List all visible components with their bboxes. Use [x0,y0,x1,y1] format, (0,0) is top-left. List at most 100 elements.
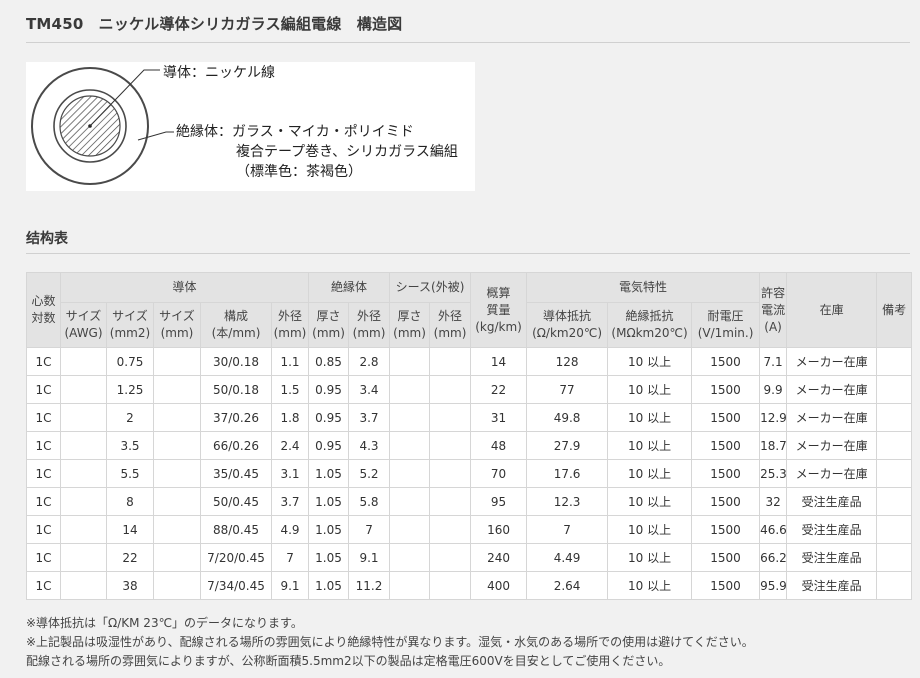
cell-size-mm2: 5.5 [106,459,154,488]
cell-sheath-thickness [389,431,431,460]
cell-conductor-od: 3.1 [270,459,310,488]
cell-remarks [876,487,913,516]
cell-sheath-od [429,403,472,432]
cell-stock: メーカー在庫 [786,431,878,460]
cell-sheath-thickness [389,515,431,544]
cell-conductor-od: 7 [270,543,310,572]
table-row: 1C 22 7/20/0.45 7 1.05 9.1 240 4.49 10 以上 1500 66.… [26,543,913,572]
cell-size-mm [153,431,201,460]
cell-insulation-od: 11.2 [348,571,391,600]
cell-size-awg [60,459,107,488]
section-divider [26,253,910,254]
cell-sheath-od [429,375,472,404]
cell-insulation-od: 5.8 [348,487,391,516]
cell-size-awg [60,543,107,572]
cell-insulation-od: 2.8 [348,347,391,376]
cell-composition: 66/0.26 [200,431,272,460]
header-electrical: 電気特性 [526,272,761,303]
cell-size-mm2: 14 [106,515,154,544]
cell-cores: 1C [26,375,61,404]
cell-remarks [876,515,913,544]
cell-conductor-od: 1.1 [270,347,310,376]
cell-insulation-resistance: 10 以上 [607,459,693,488]
footnote-voltage: 配線される場所の雰囲気によりますが、公称断面積5.5mm2以下の製品は定格電圧6… [26,654,671,668]
cell-weight: 22 [470,375,528,404]
cell-insulation-od: 3.7 [348,403,391,432]
cell-weight: 48 [470,431,528,460]
cell-insulation-thickness: 1.05 [308,459,350,488]
header-sheath: シース(外被) [389,272,472,303]
header-size-mm2: サイズ (mm2) [106,302,154,348]
cell-remarks [876,459,913,488]
cell-remarks [876,431,913,460]
cell-size-mm [153,543,201,572]
cell-cores: 1C [26,347,61,376]
table-row: 1C 1.25 50/0.18 1.5 0.95 3.4 22 77 10 以上 1500 9.9 メ… [26,375,913,404]
cell-insulation-resistance: 10 以上 [607,375,693,404]
cell-sheath-thickness [389,571,431,600]
cell-size-mm2: 3.5 [106,431,154,460]
cell-conductor-od: 1.8 [270,403,310,432]
header-size-awg: サイズ (AWG) [60,302,107,348]
spec-table: 心数 対数 導体 絶縁体 シース(外被) 概算 質量 (kg/km) 電気特性 … [26,272,913,600]
cell-insulation-resistance: 10 以上 [607,431,693,460]
cell-sheath-od [429,487,472,516]
cell-conductor-resistance: 128 [526,347,609,376]
cell-size-mm [153,459,201,488]
cell-remarks [876,543,913,572]
cell-composition: 50/0.45 [200,487,272,516]
cell-current: 7.1 [759,347,788,376]
table-row: 1C 0.75 30/0.18 1.1 0.85 2.8 14 128 10 以上 1500 7.1… [26,347,913,376]
cell-withstand-voltage: 1500 [691,571,761,600]
cell-conductor-resistance: 12.3 [526,487,609,516]
cell-size-mm2: 2 [106,403,154,432]
cell-withstand-voltage: 1500 [691,543,761,572]
cell-current: 95.9 [759,571,788,600]
cell-cores: 1C [26,515,61,544]
cell-current: 18.7 [759,431,788,460]
cell-insulation-thickness: 0.95 [308,375,350,404]
cell-composition: 30/0.18 [200,347,272,376]
cell-sheath-thickness [389,347,431,376]
cell-remarks [876,347,913,376]
cell-conductor-resistance: 7 [526,515,609,544]
cell-sheath-thickness [389,375,431,404]
cell-conductor-od: 4.9 [270,515,310,544]
table-row: 1C 14 88/0.45 4.9 1.05 7 160 7 10 以上 1500 46.6 受注生産… [26,515,913,544]
header-current: 許容 電流 (A) [759,272,788,348]
cell-weight: 160 [470,515,528,544]
cell-withstand-voltage: 1500 [691,403,761,432]
cell-cores: 1C [26,487,61,516]
cell-sheath-od [429,459,472,488]
cell-sheath-od [429,431,472,460]
cell-size-mm2: 22 [106,543,154,572]
cell-insulation-resistance: 10 以上 [607,347,693,376]
cell-insulation-resistance: 10 以上 [607,571,693,600]
cell-withstand-voltage: 1500 [691,515,761,544]
cell-size-awg [60,487,107,516]
insulation-label-line3: （標準色：茶褐色） [236,164,362,180]
cell-insulation-thickness: 1.05 [308,571,350,600]
cell-withstand-voltage: 1500 [691,375,761,404]
table-section-title: 结构表 [26,231,68,247]
cell-remarks [876,375,913,404]
cell-cores: 1C [26,543,61,572]
cell-size-awg [60,515,107,544]
footnote-resistance: ※導体抵抗は「Ω/KM 23℃」のデータになります。 [26,616,303,630]
cell-stock: メーカー在庫 [786,403,878,432]
cell-size-awg [60,403,107,432]
cell-cores: 1C [26,431,61,460]
cell-conductor-resistance: 49.8 [526,403,609,432]
cell-sheath-od [429,515,472,544]
header-withstand-voltage: 耐電圧 (V/1min.) [691,302,761,348]
cell-size-mm2: 38 [106,571,154,600]
header-weight: 概算 質量 (kg/km) [470,272,528,348]
header-conductor-resistance: 導体抵抗 (Ω/km20℃) [526,302,609,348]
cell-cores: 1C [26,403,61,432]
table-row: 1C 2 37/0.26 1.8 0.95 3.7 31 49.8 10 以上 1500 12.9 メ… [26,403,913,432]
footnote-moisture: ※上記製品は吸湿性があり、配線される場所の雰囲気により絶縁特性が異なります。湿気… [26,635,754,649]
cell-stock: 受注生産品 [786,543,878,572]
table-row: 1C 38 7/34/0.45 9.1 1.05 11.2 400 2.64 10 以上 1500… [26,571,913,600]
cell-current: 12.9 [759,403,788,432]
cell-sheath-od [429,571,472,600]
